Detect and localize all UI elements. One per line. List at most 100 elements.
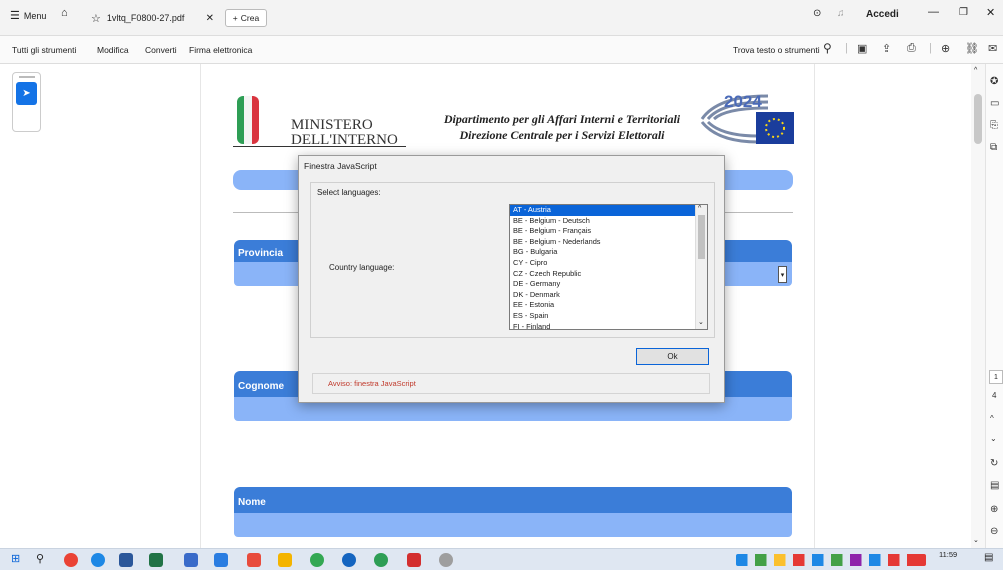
chrome-alt-icon[interactable] [310, 553, 324, 567]
menu-edit[interactable]: Modifica [97, 45, 129, 55]
listbox-scroll-up-icon[interactable]: ^ [698, 205, 701, 212]
dialog-title: Finestra JavaScript [304, 161, 377, 171]
ministry-underline [233, 146, 406, 147]
right-tools-panel: ✪ ▭ ⎘ ⧉ 1 4 ^ ⌄ ↻ ▤ ⊕ ⊖ [985, 64, 1003, 548]
windows-start-icon[interactable]: ⊞ [11, 552, 25, 566]
save-icon[interactable]: ▣ [857, 42, 867, 55]
listbox-scrollbar[interactable]: ^ ⌄ [695, 205, 707, 329]
refresh-icon[interactable]: ↻ [990, 458, 998, 469]
zoom-in-icon[interactable]: ⊕ [990, 504, 998, 515]
copy-page-icon[interactable]: ▤ [990, 480, 999, 491]
provincia-dropdown-icon[interactable]: ▾ [778, 266, 787, 283]
accessibility-icon[interactable] [214, 553, 228, 567]
search-icon[interactable]: ⚲ [823, 41, 832, 55]
system-tray-icons[interactable] [736, 554, 926, 566]
country-language-listbox[interactable]: AT - Austria BE - Belgium - Deutsch BE - B… [509, 204, 708, 330]
listbox-option[interactable]: AT - Austria [510, 205, 707, 216]
listbox-option[interactable]: BE - Belgium - Nederlands [510, 237, 707, 248]
find-text-label[interactable]: Trova testo o strumenti [733, 45, 820, 55]
signin-button[interactable]: Accedi [866, 9, 899, 20]
pages-icon[interactable]: ⧉ [990, 142, 997, 153]
zoom-search-icon[interactable]: ⊕ [941, 42, 950, 55]
close-tab-icon[interactable]: ✕ [206, 13, 214, 24]
document-tab[interactable]: ☆ 1vltq_F0800-27.pdf ✕ [85, 5, 220, 31]
scroll-down-icon[interactable]: ⌄ [973, 536, 979, 544]
listbox-option[interactable]: ES - Spain [510, 311, 707, 322]
excel-icon[interactable] [149, 553, 163, 567]
listbox-option[interactable]: BG - Bulgaria [510, 247, 707, 258]
word-icon[interactable] [119, 553, 133, 567]
mail-icon[interactable]: ✉ [988, 42, 997, 55]
ai-assistant-icon[interactable]: ✪ [990, 76, 998, 87]
menu-all-tools[interactable]: Tutti gli strumenti [12, 45, 76, 55]
nome-label: Nome [238, 497, 266, 508]
scroll-thumb[interactable] [974, 94, 982, 144]
panel-grip[interactable] [19, 76, 35, 78]
new-tab-label: Crea [240, 13, 260, 23]
menu-e-sign[interactable]: Firma elettronica [189, 45, 252, 55]
bell-icon[interactable]: ♫ [837, 8, 845, 19]
tab-title: 1vltq_F0800-27.pdf [106, 13, 185, 23]
print-icon[interactable]: ⎙ [907, 42, 916, 55]
home-icon[interactable]: ⌂ [61, 7, 68, 19]
select-languages-label: Select languages: [317, 188, 381, 197]
plus-icon: + [232, 13, 238, 23]
close-window-icon[interactable]: ✕ [986, 6, 995, 19]
new-tab-button[interactable]: + Crea [225, 9, 267, 27]
department-line-2: Direzione Centrale per i Servizi Elettor… [459, 128, 665, 142]
maximize-icon[interactable]: ❐ [959, 7, 968, 18]
ok-button[interactable]: Ok [636, 348, 709, 365]
link-icon[interactable]: ⛓ [965, 42, 979, 55]
title-bar: ☰ Menu ⌂ ☆ 1vltq_F0800-27.pdf ✕ + Crea ⊙… [0, 0, 1003, 36]
pen-app-icon[interactable] [184, 553, 198, 567]
listbox-option[interactable]: BE - Belgium - Deutsch [510, 216, 707, 227]
year-badge: 2024 [724, 92, 762, 111]
listbox-scroll-down-icon[interactable]: ⌄ [698, 318, 704, 326]
menu-button[interactable]: ☰ Menu [10, 9, 46, 22]
page-up-icon[interactable]: ^ [990, 414, 994, 423]
chrome-icon[interactable] [64, 553, 78, 567]
document-scrollbar[interactable]: ^ ⌄ [971, 64, 985, 548]
listbox-option[interactable]: DE - Germany [510, 279, 707, 290]
warning-bar: Avviso: finestra JavaScript [312, 373, 710, 394]
ministry-line-1: MINISTERO [291, 117, 373, 133]
hamburger-icon: ☰ [10, 10, 20, 22]
file-explorer-icon[interactable] [278, 553, 292, 567]
listbox-option[interactable]: BE - Belgium - Français [510, 226, 707, 237]
select-cursor-button[interactable]: ➤ [16, 82, 37, 105]
department-line-1: Dipartimento per gli Affari Interni e Te… [443, 112, 681, 126]
search-icon[interactable]: ⚲ [36, 552, 50, 566]
nome-field[interactable] [234, 513, 792, 537]
divider-line: | [845, 42, 848, 54]
chrome-profile-icon[interactable] [374, 553, 388, 567]
italian-flag-logo [237, 96, 259, 144]
scroll-up-icon[interactable]: ^ [974, 67, 977, 74]
listbox-option[interactable]: DK - Denmark [510, 290, 707, 301]
notifications-icon[interactable]: ▤ [984, 552, 998, 566]
menu-convert[interactable]: Converti [145, 45, 177, 55]
listbox-option[interactable]: FI - Finland [510, 322, 707, 329]
browser-icon[interactable] [342, 553, 356, 567]
help-icon[interactable]: ⊙ [813, 8, 821, 19]
star-icon[interactable]: ☆ [91, 12, 101, 25]
paint-icon[interactable] [439, 553, 453, 567]
minimize-icon[interactable]: — [928, 6, 939, 18]
upload-cloud-icon[interactable]: ⇪ [882, 42, 891, 55]
page-number-current[interactable]: 1 [989, 370, 1003, 384]
bookmark-icon[interactable]: ⎘ [990, 120, 998, 131]
nome-header: Nome [234, 487, 792, 513]
listbox-option[interactable]: CY - Cipro [510, 258, 707, 269]
cognome-label: Cognome [238, 381, 285, 392]
comment-icon[interactable]: ▭ [990, 98, 999, 109]
app-icon-blue[interactable] [91, 553, 105, 567]
divider-line-2: | [929, 42, 932, 54]
listbox-scroll-thumb[interactable] [698, 215, 705, 259]
javascript-dialog: Finestra JavaScript Select languages: Co… [298, 155, 725, 403]
clock-time[interactable]: 11:59 [939, 550, 957, 559]
page-down-icon[interactable]: ⌄ [990, 434, 997, 443]
listbox-option[interactable]: CZ - Czech Republic [510, 269, 707, 280]
zoom-out-icon[interactable]: ⊖ [990, 526, 998, 537]
listbox-option[interactable]: EE - Estonia [510, 300, 707, 311]
acrobat-icon[interactable] [247, 553, 261, 567]
acrobat-active-icon[interactable] [407, 553, 421, 567]
